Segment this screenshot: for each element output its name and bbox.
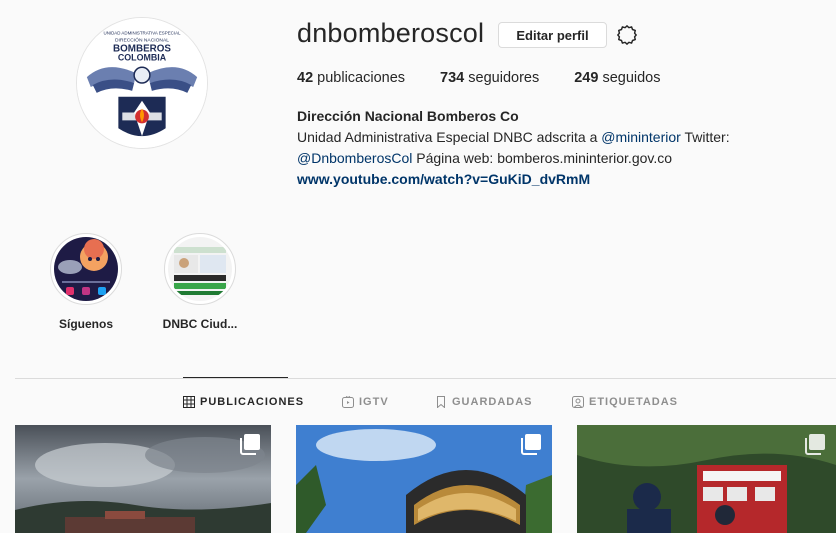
- tab-label: ETIQUETADAS: [589, 396, 679, 408]
- followers-count: 734: [440, 70, 465, 86]
- bomberos-logo: UNIDAD ADMINISTRATIVA ESPECIAL DIRECCIÓN…: [77, 18, 207, 148]
- tab-label: IGTV: [359, 396, 389, 408]
- multiple-posts-icon: [521, 434, 541, 455]
- svg-text:COLOMBIA: COLOMBIA: [118, 52, 167, 62]
- posts-label: publicaciones: [317, 70, 406, 86]
- bio-website-link[interactable]: www.youtube.com/watch?v=GuKiD_dvRmM: [297, 169, 767, 190]
- multiple-posts-icon: [240, 434, 260, 455]
- post-image: [577, 425, 836, 533]
- post-thumbnail[interactable]: [296, 425, 552, 533]
- following-label: seguidos: [602, 70, 661, 86]
- tab-label: PUBLICACIONES: [200, 396, 305, 408]
- following-count: 249: [574, 70, 599, 86]
- bio-description: Unidad Administrativa Especial DNBC adsc…: [297, 127, 767, 169]
- svg-text:UNIDAD ADMINISTRATIVA ESPECIAL: UNIDAD ADMINISTRATIVA ESPECIAL: [104, 31, 182, 36]
- posts-count: 42: [297, 70, 314, 86]
- multiple-posts-icon: [805, 434, 825, 455]
- highlight-dnbc-ciud[interactable]: DNBC Ciud...: [155, 233, 245, 331]
- tab-igtv[interactable]: IGTV: [342, 396, 389, 408]
- profile-avatar[interactable]: UNIDAD ADMINISTRATIVA ESPECIAL DIRECCIÓN…: [76, 17, 208, 149]
- highlight-ring: [50, 233, 122, 305]
- bio-text-2: Twitter:: [680, 129, 730, 145]
- post-thumbnail[interactable]: [577, 425, 836, 533]
- tab-publicaciones[interactable]: PUBLICACIONES: [183, 396, 304, 408]
- post-thumbnail[interactable]: [15, 425, 271, 533]
- highlight-ring: [164, 233, 236, 305]
- mention-dnbomberoscol[interactable]: @DnbomberosCol: [297, 150, 412, 166]
- highlight-cover-image: [168, 237, 232, 301]
- highlight-label: DNBC Ciud...: [162, 317, 238, 331]
- following-stat[interactable]: 249 seguidos: [574, 70, 660, 86]
- bookmark-icon: [437, 396, 445, 408]
- bio-full-name: Dirección Nacional Bomberos Co: [297, 108, 519, 124]
- active-tab-indicator: [183, 377, 288, 378]
- tabs-divider: [15, 378, 836, 379]
- mention-mininterior[interactable]: @mininterior: [601, 129, 681, 145]
- highlight-cover-image: [54, 237, 118, 301]
- profile-bio: Dirección Nacional Bomberos Co Unidad Ad…: [297, 106, 767, 190]
- post-image: [15, 425, 271, 533]
- gear-icon[interactable]: [616, 24, 638, 46]
- edit-profile-button[interactable]: Editar perfil: [498, 22, 607, 48]
- igtv-icon: [342, 396, 354, 408]
- post-image: [296, 425, 552, 533]
- highlight-label: Síguenos: [58, 317, 113, 331]
- tab-label: GUARDADAS: [452, 396, 533, 408]
- bio-text-3: Página web: bomberos.mininterior.gov.co: [412, 150, 673, 166]
- tagged-icon: [572, 396, 584, 408]
- tab-etiquetadas[interactable]: ETIQUETADAS: [572, 396, 678, 408]
- profile-stats: 42 publicaciones 734 seguidores 249 segu…: [297, 70, 696, 86]
- tab-guardadas[interactable]: GUARDADAS: [435, 396, 533, 408]
- bio-text-1: Unidad Administrativa Especial DNBC adsc…: [297, 129, 602, 145]
- posts-stat: 42 publicaciones: [297, 70, 405, 86]
- highlight-siguenos[interactable]: Síguenos: [41, 233, 131, 331]
- grid-icon: [183, 396, 195, 408]
- followers-label: seguidores: [468, 70, 540, 86]
- profile-username: dnbomberoscol: [297, 18, 485, 48]
- followers-stat[interactable]: 734 seguidores: [440, 70, 539, 86]
